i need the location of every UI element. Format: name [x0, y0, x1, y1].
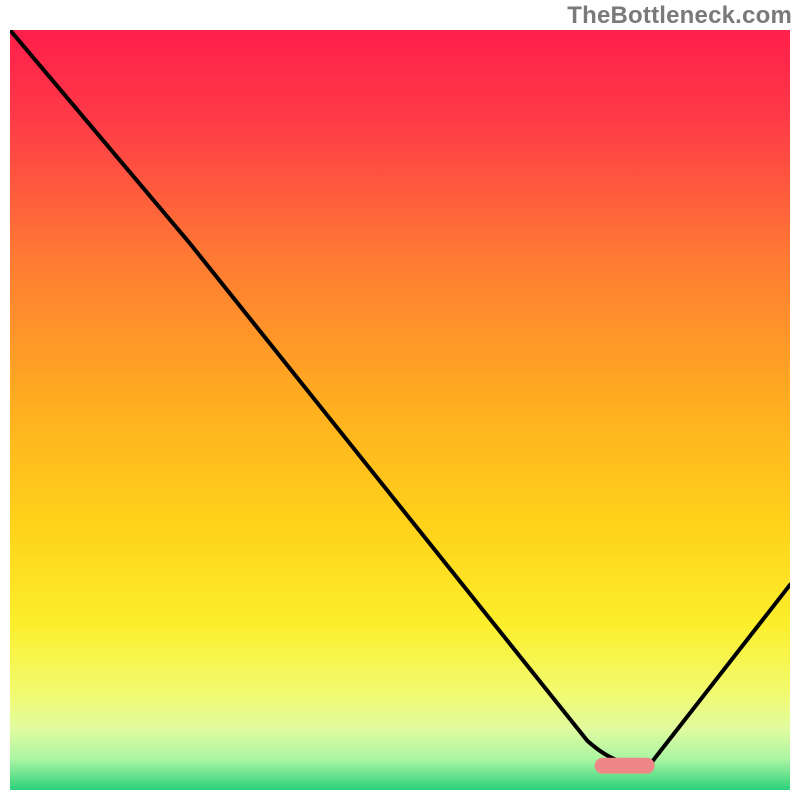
optimal-marker	[595, 758, 655, 774]
watermark-label: TheBottleneck.com	[567, 2, 792, 30]
plot-background	[10, 30, 790, 790]
chart-container: TheBottleneck.com	[0, 0, 800, 800]
bottleneck-chart	[10, 30, 790, 790]
